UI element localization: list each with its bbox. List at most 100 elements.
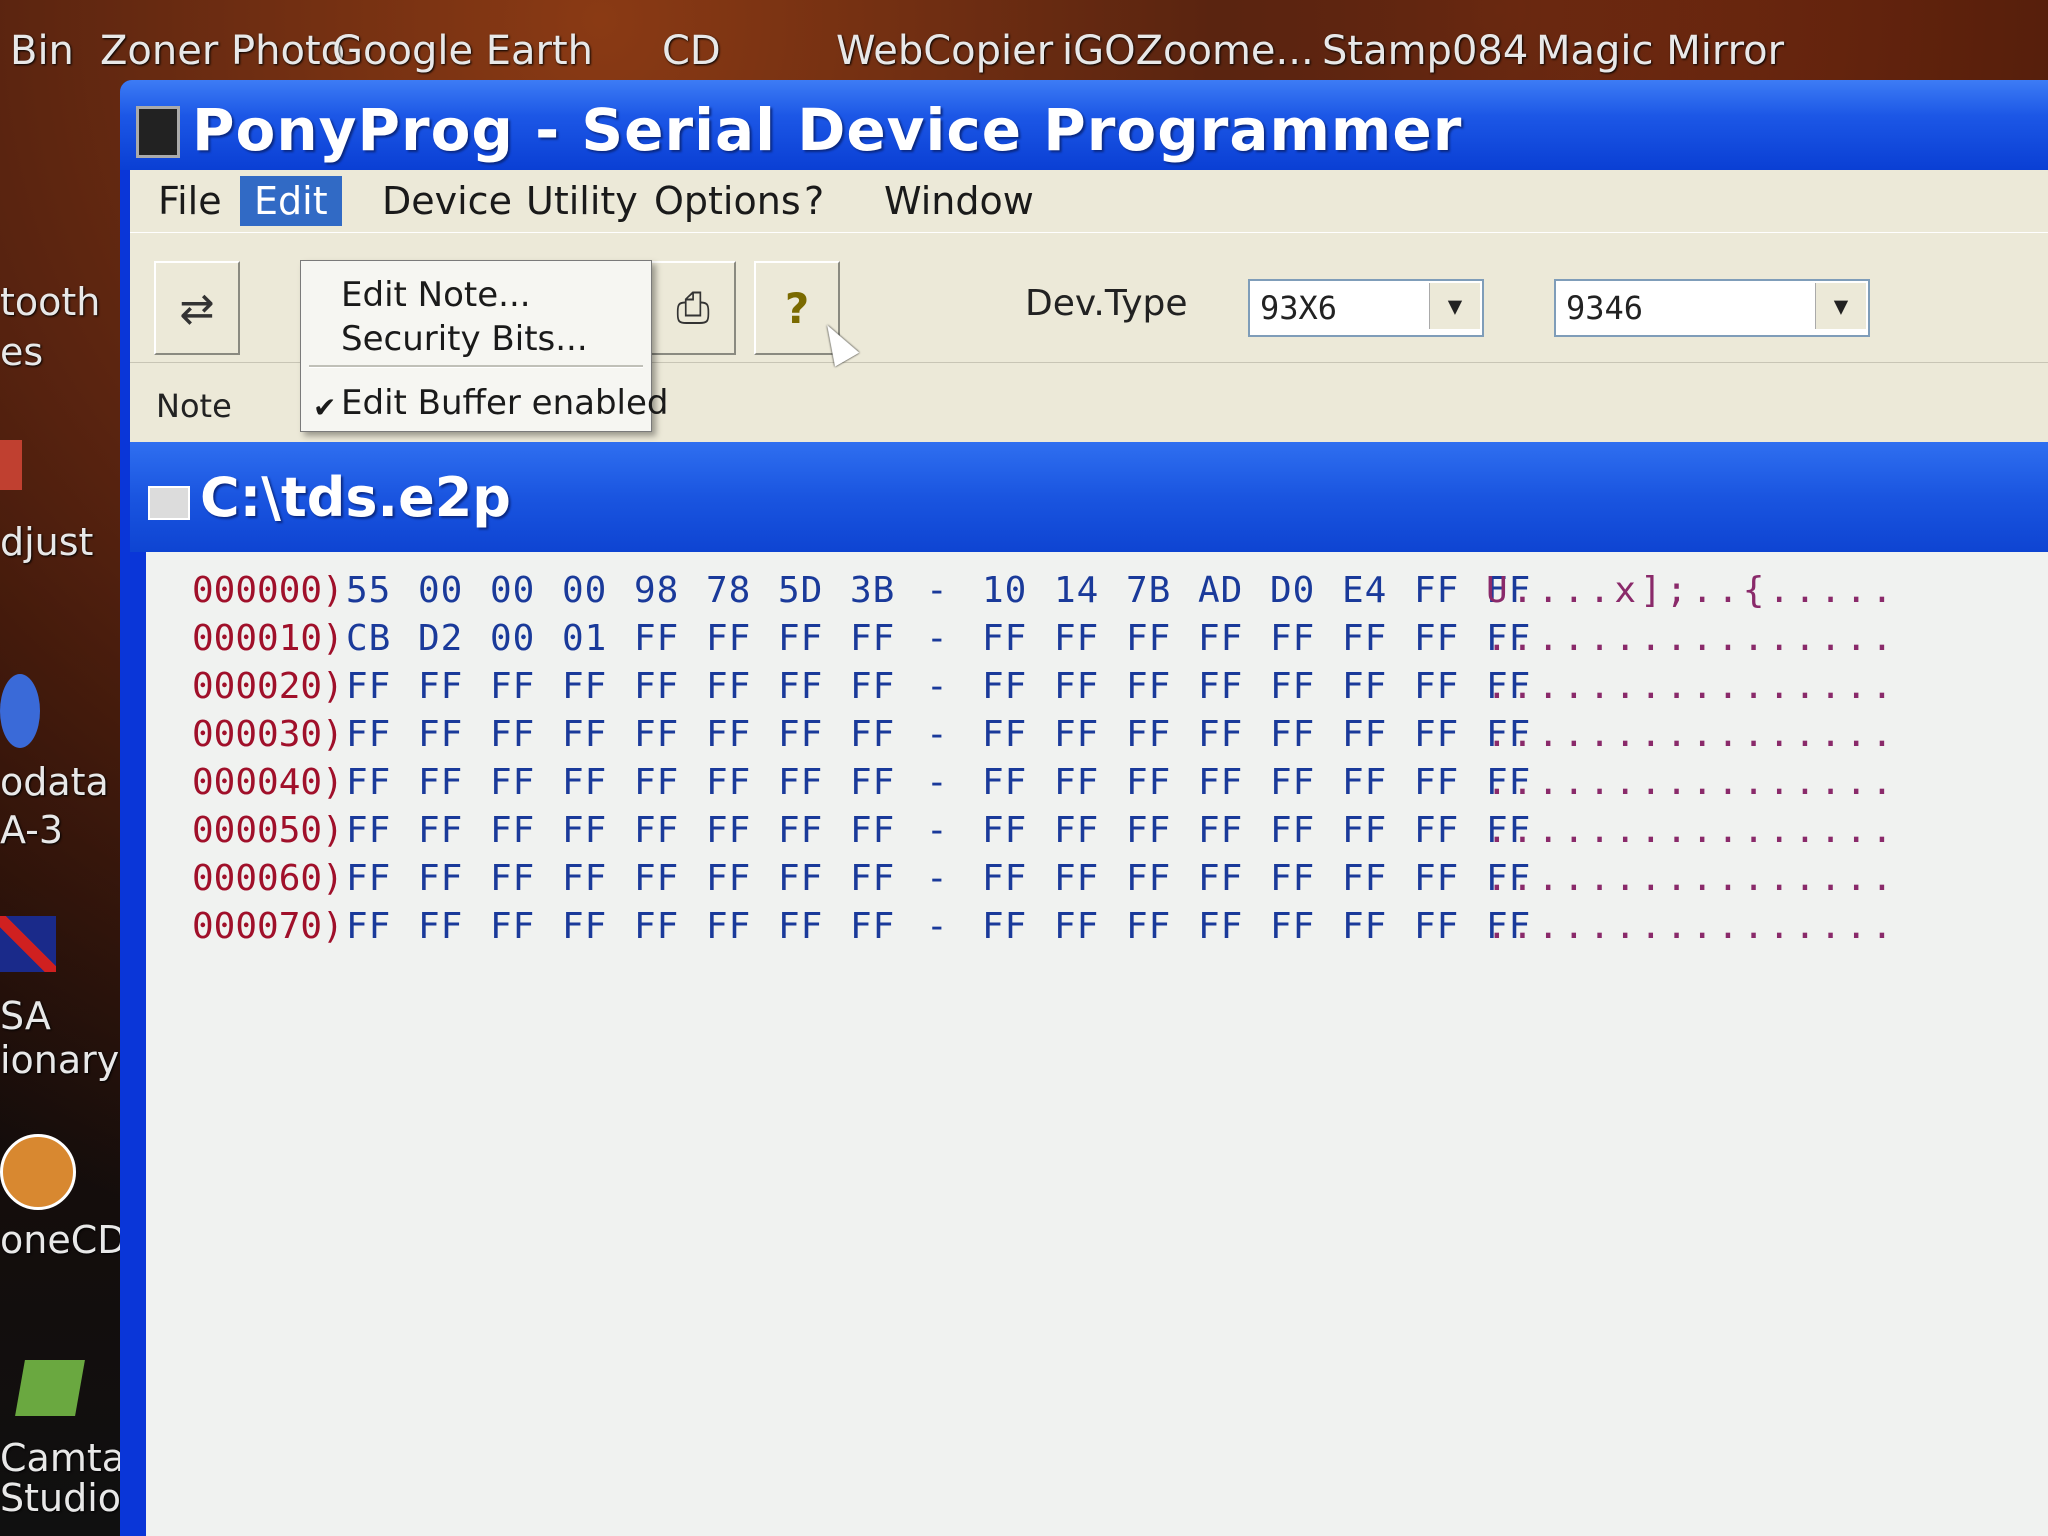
hex-byte[interactable]: FF <box>1270 858 1342 899</box>
desktop-icon-odata-label[interactable]: odata <box>0 760 109 804</box>
hex-byte[interactable]: FF <box>778 810 850 851</box>
ponyprog-app-icon[interactable] <box>136 106 180 158</box>
hex-byte[interactable]: FF <box>1270 714 1342 755</box>
hex-byte[interactable]: FF <box>490 858 562 899</box>
hex-byte[interactable]: FF <box>562 906 634 947</box>
hex-byte[interactable]: FF <box>850 906 922 947</box>
hex-byte[interactable]: FF <box>1414 618 1486 659</box>
window-titlebar[interactable]: PonyProg - Serial Device Programmer <box>120 80 2048 170</box>
hex-byte[interactable]: FF <box>562 858 634 899</box>
hex-byte[interactable]: AD <box>1198 570 1270 611</box>
hex-byte[interactable]: 5D <box>778 570 850 611</box>
hex-byte[interactable]: FF <box>346 810 418 851</box>
hex-byte[interactable]: FF <box>778 666 850 707</box>
hex-byte[interactable]: FF <box>634 618 706 659</box>
desktop-icon-igozoomer[interactable]: iGOZoome... <box>1062 28 1314 74</box>
phonecd-icon[interactable] <box>0 1134 76 1210</box>
desktop-icon-recycle-bin[interactable]: Bin <box>10 28 74 74</box>
hex-byte[interactable]: FF <box>634 714 706 755</box>
device-type-select[interactable]: 9346 ▼ <box>1554 279 1870 337</box>
hex-byte[interactable]: FF <box>982 858 1054 899</box>
hex-byte[interactable]: FF <box>490 906 562 947</box>
hex-byte[interactable]: FF <box>418 762 490 803</box>
hex-byte[interactable]: FF <box>490 714 562 755</box>
hex-byte[interactable]: FF <box>1198 906 1270 947</box>
hex-byte[interactable]: FF <box>982 762 1054 803</box>
hex-byte[interactable]: FF <box>490 762 562 803</box>
menu-help[interactable]: ? <box>790 176 838 226</box>
hex-byte[interactable]: FF <box>850 858 922 899</box>
hex-byte[interactable]: FF <box>418 666 490 707</box>
odata-icon[interactable] <box>0 674 40 748</box>
hex-byte[interactable]: FF <box>1414 714 1486 755</box>
buffer-titlebar[interactable]: C:\tds.e2p <box>130 442 2048 552</box>
hex-byte[interactable]: FF <box>1054 906 1126 947</box>
hex-byte[interactable]: FF <box>1414 906 1486 947</box>
hex-byte[interactable]: 98 <box>634 570 706 611</box>
hex-byte[interactable]: FF <box>418 906 490 947</box>
hex-byte[interactable]: FF <box>706 810 778 851</box>
hex-byte[interactable]: FF <box>1342 810 1414 851</box>
hex-byte[interactable]: 7B <box>1126 570 1198 611</box>
hex-byte[interactable]: 78 <box>706 570 778 611</box>
menu-file[interactable]: File <box>144 176 236 226</box>
hex-byte[interactable]: FF <box>346 666 418 707</box>
hex-byte[interactable]: FF <box>982 618 1054 659</box>
hex-byte[interactable]: FF <box>418 858 490 899</box>
chevron-down-icon[interactable]: ▼ <box>1815 283 1866 329</box>
hex-byte[interactable]: FF <box>1342 858 1414 899</box>
uk-flag-icon[interactable] <box>0 916 56 972</box>
hex-byte[interactable]: 00 <box>490 618 562 659</box>
hex-byte[interactable]: FF <box>1342 714 1414 755</box>
hex-byte[interactable]: FF <box>706 618 778 659</box>
hex-byte[interactable]: 3B <box>850 570 922 611</box>
hex-byte[interactable]: FF <box>1054 810 1126 851</box>
hex-byte[interactable]: FF <box>1198 858 1270 899</box>
hex-byte[interactable]: 01 <box>562 618 634 659</box>
hex-byte[interactable]: 55 <box>346 570 418 611</box>
desktop-icon-webcopier[interactable]: WebCopier <box>836 28 1053 74</box>
desktop-icon-zoner-photo[interactable]: Zoner Photo <box>100 28 345 74</box>
hex-byte[interactable]: FF <box>1270 618 1342 659</box>
hex-byte[interactable]: FF <box>634 906 706 947</box>
hex-byte[interactable]: 14 <box>1054 570 1126 611</box>
hex-byte[interactable]: FF <box>418 714 490 755</box>
hex-byte[interactable]: FF <box>850 762 922 803</box>
hex-byte[interactable]: FF <box>1342 762 1414 803</box>
hex-byte[interactable]: FF <box>1342 618 1414 659</box>
hex-byte[interactable]: FF <box>778 762 850 803</box>
hex-byte[interactable]: FF <box>1054 666 1126 707</box>
hex-byte[interactable]: FF <box>1198 666 1270 707</box>
document-icon[interactable] <box>148 486 190 520</box>
hex-byte[interactable]: D2 <box>418 618 490 659</box>
hex-byte[interactable]: FF <box>1126 906 1198 947</box>
hex-byte[interactable]: FF <box>982 906 1054 947</box>
hex-byte[interactable]: FF <box>1198 762 1270 803</box>
hex-byte[interactable]: FF <box>778 714 850 755</box>
hex-byte[interactable]: FF <box>418 810 490 851</box>
hex-byte[interactable]: FF <box>706 666 778 707</box>
hex-byte[interactable]: FF <box>1126 810 1198 851</box>
hex-byte[interactable]: FF <box>1126 762 1198 803</box>
hex-byte[interactable]: FF <box>346 858 418 899</box>
hex-byte[interactable]: FF <box>1198 810 1270 851</box>
hex-byte[interactable]: FF <box>1270 762 1342 803</box>
menu-utility[interactable]: Utility <box>512 176 652 226</box>
hex-byte[interactable]: FF <box>1270 666 1342 707</box>
desktop-icon-dictionary-label[interactable]: SA <box>0 994 51 1038</box>
hex-byte[interactable]: FF <box>634 762 706 803</box>
hex-byte[interactable]: FF <box>1198 618 1270 659</box>
hex-byte[interactable]: FF <box>1342 906 1414 947</box>
hex-byte[interactable]: FF <box>778 858 850 899</box>
hex-byte[interactable]: FF <box>1126 858 1198 899</box>
menu-item-security-bits[interactable]: Security Bits... <box>341 319 588 359</box>
hex-byte[interactable]: FF <box>346 906 418 947</box>
hex-byte[interactable]: FF <box>982 666 1054 707</box>
hex-byte[interactable]: FF <box>1414 810 1486 851</box>
hex-byte[interactable]: FF <box>562 762 634 803</box>
menu-window[interactable]: Window <box>870 176 1048 226</box>
hex-byte[interactable]: FF <box>982 810 1054 851</box>
hex-byte[interactable]: FF <box>1270 906 1342 947</box>
hex-byte[interactable]: FF <box>1270 810 1342 851</box>
hex-byte[interactable]: FF <box>1414 762 1486 803</box>
